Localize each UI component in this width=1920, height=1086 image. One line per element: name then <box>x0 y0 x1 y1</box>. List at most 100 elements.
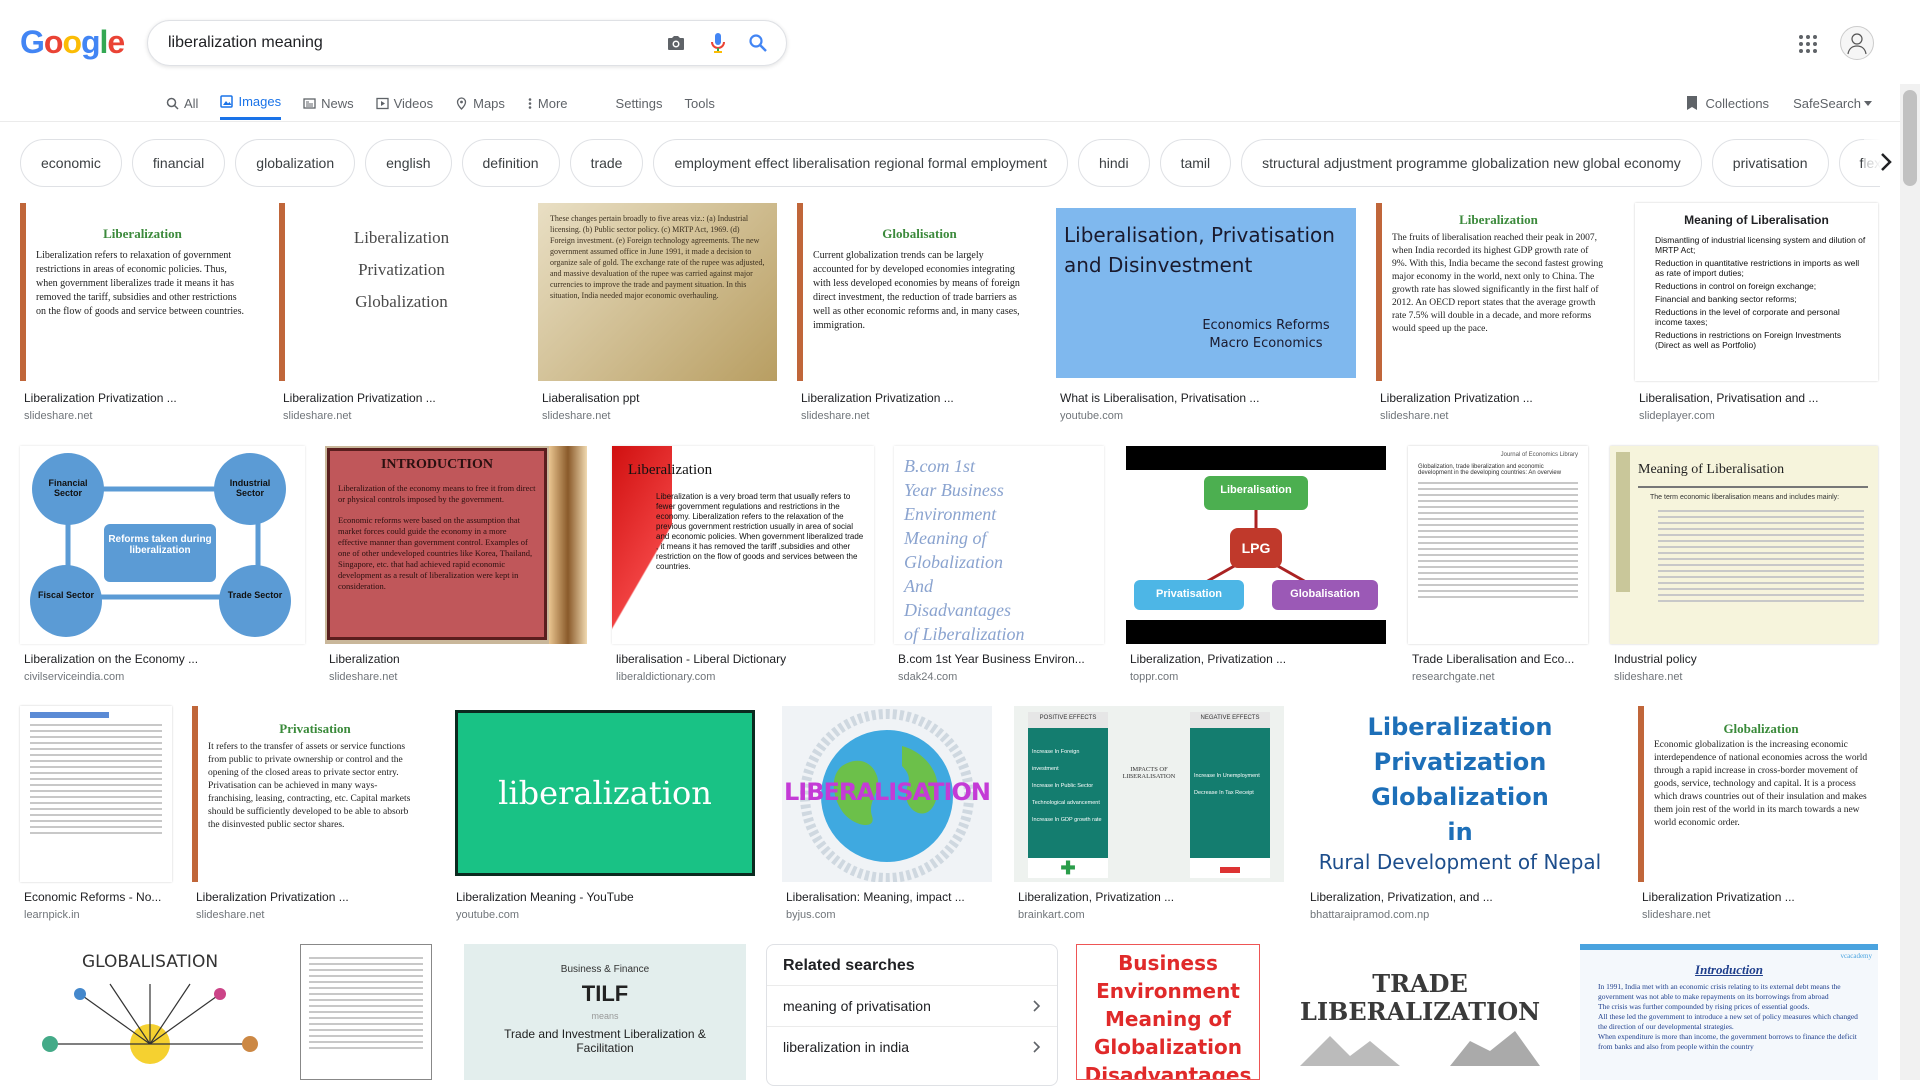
result-caption[interactable]: Liberalization Privatization ... <box>196 890 428 904</box>
result-caption[interactable]: Liberalization on the Economy ... <box>24 652 302 666</box>
decorative-edge <box>549 446 587 644</box>
google-logo[interactable]: Google <box>20 24 125 61</box>
image-result[interactable]: Business & Finance TILF means Trade and … <box>464 944 746 1080</box>
result-caption[interactable]: Trade Liberalisation and Eco... <box>1412 652 1586 666</box>
result-caption[interactable]: Liberalization, Privatization ... <box>1130 652 1382 666</box>
result-caption[interactable]: B.com 1st Year Business Environ... <box>898 652 1100 666</box>
result-source: slideshare.net <box>329 671 398 683</box>
chip[interactable]: english <box>365 139 452 187</box>
slide-list-item: Financial and banking sector reforms; <box>1655 294 1797 304</box>
image-result[interactable]: Liberalization Liberalization is a very … <box>612 446 874 683</box>
image-result[interactable]: LIBERALISATION Liberalisation: Meaning, … <box>782 706 992 921</box>
tab-videos[interactable]: Videos <box>375 86 433 120</box>
logo-letter: G <box>20 24 45 60</box>
result-caption[interactable]: Economic Reforms - No... <box>24 890 170 904</box>
image-result[interactable]: Liberalisation LPG Privatisation Globali… <box>1126 446 1386 683</box>
diagram-center-label: Reforms taken during liberalization <box>108 534 212 556</box>
image-result[interactable]: Privatisation It refers to the transfer … <box>192 706 432 921</box>
image-result[interactable]: Meaning of Liberalisation The term econo… <box>1610 446 1878 683</box>
image-result[interactable]: Liberalization The fruits of liberalisat… <box>1376 203 1615 422</box>
result-caption[interactable]: Liberalization Privatization ... <box>283 391 515 405</box>
image-result[interactable]: INTRODUCTION Liberalization of the econo… <box>325 446 587 683</box>
slide-list: In 1991, India met with an economic cris… <box>1580 978 1878 1052</box>
diagram-node-label: Trade Sector <box>227 590 283 600</box>
result-caption[interactable]: Liberalization, Privatization ... <box>1018 890 1282 904</box>
journal-header: Journal of Economics Library <box>1500 452 1578 458</box>
chip[interactable]: globalization <box>235 139 356 187</box>
result-caption[interactable]: Liberalization <box>329 652 583 666</box>
related-search-item[interactable]: liberalization in india <box>767 1026 1057 1067</box>
result-source: slideshare.net <box>801 410 870 422</box>
chip[interactable]: economic <box>20 139 122 187</box>
chip[interactable]: structural adjustment programme globaliz… <box>1241 139 1702 187</box>
safesearch-dropdown[interactable]: SafeSearch <box>1793 96 1872 111</box>
image-result[interactable]: Liberalization Privatization Globalizati… <box>1306 706 1614 921</box>
tab-maps[interactable]: Maps <box>455 86 505 120</box>
result-caption[interactable]: Liberalization Privatization ... <box>24 391 256 405</box>
tab-images[interactable]: Images <box>220 86 282 120</box>
image-result[interactable]: Globalisation Current globalization tren… <box>797 203 1036 422</box>
image-result[interactable]: Liberalization Liberalization refers to … <box>20 203 259 422</box>
related-search-item[interactable]: meaning of privatisation <box>767 985 1057 1026</box>
result-caption[interactable]: liberalisation - Liberal Dictionary <box>616 652 870 666</box>
page-scrollbar[interactable] <box>1900 84 1920 1080</box>
image-result[interactable]: Globalization Economic globalization is … <box>1638 706 1878 921</box>
image-result[interactable]: Reforms taken during liberalization Fina… <box>20 446 305 683</box>
search-icon[interactable] <box>748 33 768 53</box>
image-result[interactable]: Meaning of Liberalisation Dismantling of… <box>1635 203 1878 422</box>
image-result[interactable]: vcacademy Introduction In 1991, India me… <box>1580 944 1878 1080</box>
tab-all[interactable]: All <box>166 86 198 120</box>
result-caption[interactable]: Industrial policy <box>1614 652 1876 666</box>
result-caption[interactable]: Liberalisation, Privatisation and ... <box>1639 391 1875 405</box>
chip[interactable]: financial <box>131 139 226 187</box>
camera-icon[interactable] <box>666 33 686 53</box>
image-result[interactable]: Liberalisation, Privatisation and Disinv… <box>1056 203 1356 422</box>
image-result[interactable]: B.com 1st Year Business Environment Mean… <box>894 446 1104 683</box>
result-caption[interactable]: What is Liberalisation, Privatisation ..… <box>1060 391 1350 405</box>
chip[interactable]: definition <box>461 139 560 187</box>
tools-link[interactable]: Tools <box>685 86 715 120</box>
result-caption[interactable]: Liaberalisation ppt <box>542 391 774 405</box>
result-source: brainkart.com <box>1018 909 1085 921</box>
image-result[interactable]: Liberalization Privatization Globalizati… <box>279 203 518 422</box>
chip[interactable]: employment effect liberalisation regiona… <box>653 139 1068 187</box>
tab-news[interactable]: News <box>303 86 354 120</box>
tab-more[interactable]: More <box>527 86 568 120</box>
apps-grid-icon[interactable] <box>1796 32 1820 56</box>
image-result[interactable]: liberalization Liberalization Meaning - … <box>452 706 758 921</box>
search-input[interactable] <box>166 33 650 53</box>
result-caption[interactable]: Liberalization Privatization ... <box>1380 391 1612 405</box>
result-caption[interactable]: Liberalization, Privatization, and ... <box>1310 890 1610 904</box>
image-result[interactable]: Business Environment Meaning of Globaliz… <box>1076 944 1260 1080</box>
image-result[interactable]: GLOBALISATION <box>20 944 280 1080</box>
result-caption[interactable]: Liberalization Privatization ... <box>801 391 1033 405</box>
scrollbar-thumb[interactable] <box>1903 90 1917 186</box>
image-result[interactable] <box>300 944 432 1080</box>
image-result[interactable]: TRADE LIBERALIZATION <box>1280 944 1560 1080</box>
result-caption[interactable]: Liberalization Meaning - YouTube <box>456 890 756 904</box>
image-result[interactable]: These changes pertain broadly to five ar… <box>538 203 777 422</box>
chip[interactable]: tamil <box>1159 139 1232 187</box>
slide-thumbnail: Liberalization Privatization Globalizati… <box>279 203 518 381</box>
slide-text: Liberalization refers to relaxation of g… <box>36 250 244 317</box>
result-caption[interactable]: Liberalization Privatization ... <box>1642 890 1874 904</box>
account-avatar[interactable] <box>1840 26 1874 60</box>
chip[interactable]: hindi <box>1077 139 1150 187</box>
chip[interactable]: privatisation <box>1711 139 1829 187</box>
tab-label: News <box>321 95 354 111</box>
safesearch-label: SafeSearch <box>1793 95 1861 111</box>
image-result[interactable]: POSITIVE EFFECTS Increase In Foreign inv… <box>1014 706 1284 921</box>
settings-link[interactable]: Settings <box>616 86 663 120</box>
result-caption[interactable]: Liberalisation: Meaning, impact ... <box>786 890 990 904</box>
result-source: slideshare.net <box>1380 410 1449 422</box>
search-box[interactable] <box>147 20 787 66</box>
chevron-right-icon <box>1881 153 1892 171</box>
image-result[interactable]: Economic Reforms - No... learnpick.in <box>20 706 172 921</box>
chip[interactable]: trade <box>569 139 644 187</box>
chevron-right-icon <box>1033 1000 1041 1012</box>
thumb-line: Globalization <box>1093 1035 1243 1059</box>
microphone-icon[interactable] <box>708 33 728 53</box>
collections-link[interactable]: Collections <box>1685 95 1769 111</box>
related-searches-panel: Related searches meaning of privatisatio… <box>766 944 1058 1086</box>
image-result[interactable]: Journal of Economics Library Globalizati… <box>1408 446 1588 683</box>
